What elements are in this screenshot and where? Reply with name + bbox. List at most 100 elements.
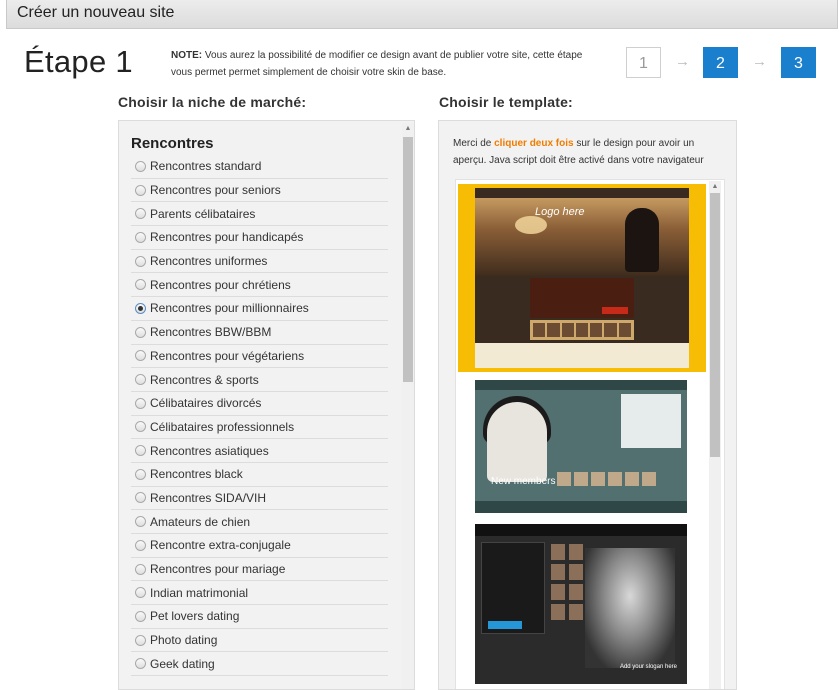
niche-panel: Rencontres Rencontres standard Rencontres…: [118, 120, 415, 690]
radio-checked-icon[interactable]: [135, 302, 146, 314]
radio-icon[interactable]: [135, 516, 146, 528]
radio-icon[interactable]: [135, 397, 146, 409]
niche-option[interactable]: Rencontres pour millionnaires: [131, 297, 388, 321]
niche-option[interactable]: Rencontres standard: [131, 155, 388, 179]
niche-option[interactable]: Rencontres pour handicapés: [131, 226, 388, 250]
radio-icon[interactable]: [135, 326, 146, 338]
radio-icon[interactable]: [135, 231, 146, 243]
template-column-label: Choisir le template:: [439, 94, 573, 110]
niche-option-label: Rencontres pour seniors: [150, 183, 281, 198]
niche-scrollbar-thumb[interactable]: [403, 137, 413, 382]
scroll-up-icon[interactable]: ▲: [709, 181, 721, 193]
radio-icon[interactable]: [135, 255, 146, 267]
radio-icon[interactable]: [135, 587, 146, 599]
template-2-topbar: [475, 380, 687, 390]
arrow-right-icon: →: [675, 53, 690, 70]
radio-icon[interactable]: [135, 279, 146, 291]
niche-option-label: Photo dating: [150, 633, 218, 648]
niche-option[interactable]: Photo dating: [131, 629, 388, 653]
niche-option[interactable]: Rencontres asiatiques: [131, 439, 388, 463]
scroll-up-icon[interactable]: ▲: [402, 123, 414, 135]
niche-option-label: Rencontres pour handicapés: [150, 230, 304, 245]
template-3-slogan: Add your slogan here: [619, 664, 677, 670]
niche-option[interactable]: Rencontres pour végétariens: [131, 345, 388, 369]
niche-option-label: Amateurs de chien: [150, 514, 251, 529]
niche-option-label: Rencontres pour végétariens: [150, 348, 305, 363]
radio-icon[interactable]: [135, 610, 146, 622]
niche-option[interactable]: Rencontre extra-conjugale: [131, 534, 388, 558]
niche-option-label: Rencontres uniformes: [150, 254, 268, 269]
niche-option[interactable]: Pet lovers dating: [131, 605, 388, 629]
niche-scrollbar[interactable]: ▲: [402, 123, 414, 689]
radio-icon[interactable]: [135, 160, 146, 172]
template-panel: Merci de cliquer deux fois sur le design…: [438, 120, 737, 690]
niche-column-label: Choisir la niche de marché:: [118, 94, 307, 110]
niche-option[interactable]: Célibataires divorcés: [131, 392, 388, 416]
niche-option-label: Rencontres & sports: [150, 372, 259, 387]
template-3-topbar: [475, 524, 687, 536]
radio-icon[interactable]: [135, 634, 146, 646]
niche-option[interactable]: Rencontres pour seniors: [131, 179, 388, 203]
template-thumbnail-3[interactable]: Add your slogan here: [475, 524, 687, 684]
radio-icon[interactable]: [135, 421, 146, 433]
template-3-signup-form: [481, 542, 545, 634]
niche-option[interactable]: Parents célibataires: [131, 202, 388, 227]
template-scrollbar-thumb[interactable]: [710, 193, 720, 457]
radio-icon[interactable]: [135, 350, 146, 362]
template-1-member-strip: [530, 320, 634, 340]
niche-option-label: Rencontres SIDA/VIH: [150, 490, 267, 505]
radio-icon[interactable]: [135, 374, 146, 386]
niche-option-label: Rencontres pour millionnaires: [150, 301, 309, 316]
niche-option-label: Rencontres BBW/BBM: [150, 325, 272, 340]
radio-icon[interactable]: [135, 468, 146, 480]
page-header-bar: Créer un nouveau site: [6, 0, 838, 29]
template-hint-text: Merci de: [453, 138, 495, 149]
niche-option-label: Célibataires professionnels: [150, 419, 295, 434]
niche-heading: Rencontres: [131, 135, 214, 152]
niche-option[interactable]: Amateurs de chien: [131, 510, 388, 534]
note-text: NOTE: Vous aurez la possibilité de modif…: [171, 47, 591, 81]
template-1-hero-image: Logo here: [475, 198, 689, 276]
niche-option-label: Rencontre extra-conjugale: [150, 538, 291, 553]
template-thumbnails: Logo here New members Add your slogan he…: [455, 179, 725, 689]
template-thumbnail-1-selected[interactable]: Logo here: [458, 184, 706, 372]
step-2-button[interactable]: 2: [703, 47, 738, 78]
niche-option-label: Rencontres pour chrétiens: [150, 277, 291, 292]
template-2-footer: [475, 501, 687, 513]
niche-option[interactable]: Rencontres black: [131, 463, 388, 487]
niche-option-label: Rencontres pour mariage: [150, 562, 286, 577]
radio-icon[interactable]: [135, 492, 146, 504]
template-1-start-button: [602, 307, 628, 314]
niche-option[interactable]: Rencontres SIDA/VIH: [131, 487, 388, 511]
template-scrollbar[interactable]: ▲: [709, 181, 721, 689]
niche-option[interactable]: Geek dating: [131, 652, 388, 677]
template-thumbnail-2[interactable]: New members: [475, 380, 687, 513]
radio-icon[interactable]: [135, 658, 146, 670]
niche-option[interactable]: Rencontres uniformes: [131, 250, 388, 274]
niche-option[interactable]: Rencontres BBW/BBM: [131, 321, 388, 345]
niche-option[interactable]: Indian matrimonial: [131, 581, 388, 606]
niche-option[interactable]: Célibataires professionnels: [131, 416, 388, 440]
template-2-portrait: [487, 402, 547, 482]
radio-icon[interactable]: [135, 184, 146, 196]
template-2-member-faces: [557, 472, 656, 486]
person-silhouette: [625, 208, 659, 272]
niche-option[interactable]: Rencontres pour chrétiens: [131, 273, 388, 298]
radio-icon[interactable]: [135, 563, 146, 575]
arrow-right-icon: →: [752, 53, 767, 70]
niche-list: Rencontres standard Rencontres pour senio…: [131, 155, 388, 677]
radio-icon[interactable]: [135, 539, 146, 551]
template-3-start-button: [488, 621, 522, 629]
radio-icon[interactable]: [135, 445, 146, 457]
niche-option[interactable]: Rencontres & sports: [131, 368, 388, 392]
step-1-button[interactable]: 1: [626, 47, 661, 78]
radio-icon[interactable]: [135, 208, 146, 220]
niche-option-label: Geek dating: [150, 656, 215, 671]
niche-option-label: Indian matrimonial: [150, 585, 249, 600]
niche-option[interactable]: Rencontres pour mariage: [131, 558, 388, 582]
template-2-signup-form: [621, 394, 681, 448]
step-3-button[interactable]: 3: [781, 47, 816, 78]
niche-option-label: Pet lovers dating: [150, 609, 240, 624]
template-1-logo: Logo here: [535, 206, 585, 218]
niche-option-label: Parents célibataires: [150, 206, 256, 221]
